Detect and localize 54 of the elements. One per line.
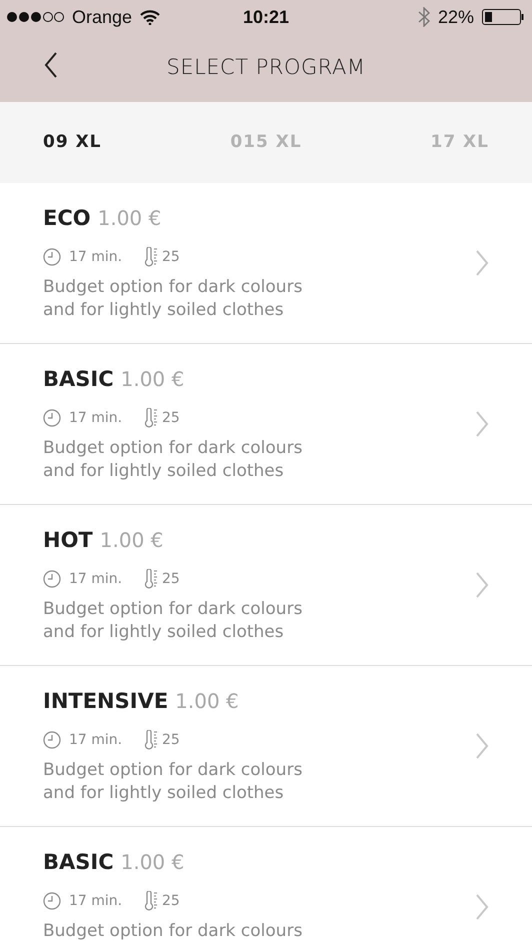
thermometer-icon <box>144 408 158 428</box>
clock-icon <box>43 892 61 910</box>
duration: 17 min. <box>69 892 124 910</box>
program-description: Budget option for dark colours <box>43 758 304 782</box>
program-description: and for lightly soiled clothes <box>43 460 285 482</box>
chevron-icon <box>475 894 489 920</box>
thermometer-icon <box>144 569 158 589</box>
program-description: and for lightly soiled clothes <box>43 298 285 322</box>
program-name: INTENSIVE <box>43 688 168 715</box>
clock-icon <box>43 248 61 266</box>
thermometer-icon <box>144 891 158 911</box>
program-description: and for lightly soiled clothes <box>43 620 285 644</box>
program-description: Budget option for dark colours <box>43 920 304 942</box>
wifi-icon <box>140 10 160 24</box>
temperature: 25 <box>162 892 180 910</box>
program-price: 1.00 € <box>120 366 184 393</box>
clock-icon <box>43 731 61 749</box>
duration: 17 min. <box>69 408 124 428</box>
back-icon <box>44 52 58 78</box>
thermometer-icon <box>144 730 158 750</box>
clock-icon <box>43 409 61 427</box>
signal-icon <box>6 11 64 23</box>
program-name: ECO <box>43 205 91 232</box>
duration: 17 min. <box>69 248 124 266</box>
clock-icon <box>43 570 61 588</box>
temperature: 25 <box>162 248 180 266</box>
screen-title: SELECT PROGRAM <box>166 54 366 82</box>
temperature: 25 <box>162 408 180 428</box>
program-price: 1.00 € <box>175 688 239 715</box>
program-price: 1.00 € <box>100 527 164 554</box>
program-description: Budget option for dark colours <box>43 436 304 460</box>
chevron-icon <box>475 572 489 598</box>
program-description: and for lightly soiled clothes <box>43 782 285 804</box>
program-name: BASIC <box>43 849 114 876</box>
chevron-icon <box>475 411 489 437</box>
clock-time: 10:21 <box>242 6 290 26</box>
program-description: Budget option for dark colours <box>43 276 304 298</box>
program-price: 1.00 € <box>98 205 162 232</box>
program-description: Budget option for dark colours <box>43 598 304 620</box>
temperature: 25 <box>162 570 180 588</box>
bluetooth-icon <box>418 7 430 27</box>
program-name: BASIC <box>43 366 114 393</box>
chevron-icon <box>475 250 489 276</box>
duration: 17 min. <box>69 730 124 750</box>
thermometer-icon <box>144 247 158 267</box>
temperature: 25 <box>162 730 180 750</box>
model-tab[interactable]: 09 XL <box>43 130 102 156</box>
duration: 17 min. <box>69 570 124 588</box>
battery-icon <box>482 9 524 25</box>
carrier-name: Orange <box>72 6 132 29</box>
chevron-icon <box>475 733 489 759</box>
program-name: HOT <box>43 527 93 554</box>
battery-percent: 22% <box>438 6 474 28</box>
program-price: 1.00 € <box>120 849 184 876</box>
